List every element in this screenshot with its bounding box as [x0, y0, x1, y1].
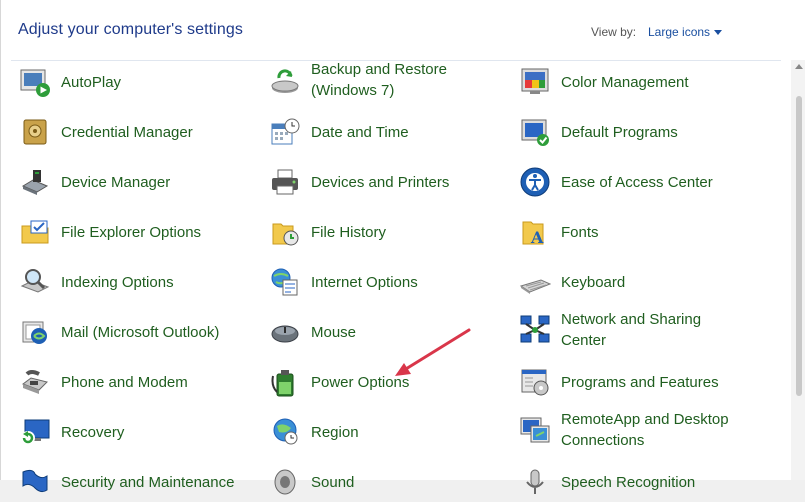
item-keyboard[interactable]: Keyboard [518, 262, 625, 302]
item-label: Programs and Features [561, 373, 719, 391]
scrollbar-thumb[interactable] [796, 96, 802, 396]
item-label: Network and Sharing Center [561, 311, 702, 349]
item-recovery[interactable]: Recovery [18, 412, 124, 452]
item-label: Security and Maintenance [61, 473, 235, 491]
item-security-maintenance[interactable]: Security and Maintenance [18, 462, 234, 502]
view-by-dropdown[interactable]: Large icons [648, 25, 710, 39]
item-label: RemoteApp and Desktop Connections [561, 411, 729, 449]
item-label: Ease of Access Center [561, 173, 713, 191]
control-panel-items: AutoPlay Backup and Restore (Windows 7) … [1, 60, 791, 495]
item-region[interactable]: Region [268, 412, 359, 452]
speaker-icon [268, 465, 302, 499]
security-flag-icon [18, 465, 52, 499]
item-label: File Explorer Options [61, 223, 202, 241]
fonts-icon: A [518, 215, 552, 249]
control-panel-window: Adjust your computer's settings View by:… [0, 0, 805, 495]
item-backup-restore[interactable]: Backup and Restore (Windows 7) [268, 60, 447, 100]
credential-manager-icon [18, 115, 52, 149]
chevron-down-icon[interactable] [714, 30, 722, 35]
indexing-icon [18, 265, 52, 299]
item-file-explorer-options[interactable]: File Explorer Options [18, 212, 201, 252]
phone-modem-icon [18, 365, 52, 399]
item-label: Device Manager [61, 173, 171, 191]
color-management-icon [518, 65, 552, 99]
item-credential-manager[interactable]: Credential Manager [18, 112, 193, 152]
item-programs-features[interactable]: Programs and Features [518, 362, 719, 402]
file-history-icon [268, 215, 302, 249]
item-label: Fonts [561, 223, 599, 241]
autoplay-icon [18, 65, 52, 99]
programs-features-icon [518, 365, 552, 399]
default-programs-icon [518, 115, 552, 149]
page-title: Adjust your computer's settings [18, 21, 243, 38]
internet-options-icon [268, 265, 302, 299]
mail-icon [18, 315, 52, 349]
header: Adjust your computer's settings View by:… [1, 0, 791, 60]
remoteapp-icon [518, 413, 552, 447]
item-device-manager[interactable]: Device Manager [18, 162, 170, 202]
item-label: Mouse [311, 323, 357, 341]
folder-options-icon [18, 215, 52, 249]
item-label: Internet Options [311, 273, 418, 291]
keyboard-icon [518, 265, 552, 299]
item-label: Keyboard [561, 273, 626, 291]
region-globe-icon [268, 415, 302, 449]
item-ease-of-access[interactable]: Ease of Access Center [518, 162, 713, 202]
vertical-scrollbar[interactable] [791, 60, 805, 480]
item-label: File History [311, 223, 387, 241]
printer-icon [268, 165, 302, 199]
item-label: Color Management [561, 73, 689, 91]
item-label: Sound [311, 473, 355, 491]
item-label: Indexing Options [61, 273, 174, 291]
item-color-management[interactable]: Color Management [518, 62, 689, 102]
item-label: Mail (Microsoft Outlook) [61, 323, 220, 341]
item-network-sharing[interactable]: Network and Sharing Center [518, 310, 701, 350]
item-label: AutoPlay [61, 73, 122, 91]
device-manager-icon [18, 165, 52, 199]
item-label: Power Options [311, 373, 410, 391]
item-fonts[interactable]: A Fonts [518, 212, 599, 252]
recovery-icon [18, 415, 52, 449]
item-phone-modem[interactable]: Phone and Modem [18, 362, 188, 402]
item-mail[interactable]: Mail (Microsoft Outlook) [18, 312, 219, 352]
backup-icon [268, 63, 302, 97]
mouse-icon [268, 315, 302, 349]
item-internet-options[interactable]: Internet Options [268, 262, 418, 302]
view-by-label: View by: [591, 25, 637, 39]
item-label: Recovery [61, 423, 125, 441]
item-default-programs[interactable]: Default Programs [518, 112, 678, 152]
power-options-icon [268, 365, 302, 399]
calendar-clock-icon [268, 115, 302, 149]
item-label: Speech Recognition [561, 473, 696, 491]
item-power-options[interactable]: Power Options [268, 362, 409, 402]
item-label: Date and Time [311, 123, 409, 141]
item-label: Phone and Modem [61, 373, 188, 391]
item-label: Region [311, 423, 359, 441]
item-sound[interactable]: Sound [268, 462, 354, 502]
item-indexing-options[interactable]: Indexing Options [18, 262, 174, 302]
item-date-time[interactable]: Date and Time [268, 112, 409, 152]
item-autoplay[interactable]: AutoPlay [18, 62, 121, 102]
scroll-up-arrow-icon[interactable] [795, 64, 803, 69]
item-label: Default Programs [561, 123, 678, 141]
network-icon [518, 313, 552, 347]
item-label: Backup and Restore (Windows 7) [311, 61, 447, 99]
microphone-icon [518, 465, 552, 499]
item-label: Credential Manager [61, 123, 193, 141]
item-devices-printers[interactable]: Devices and Printers [268, 162, 449, 202]
item-mouse[interactable]: Mouse [268, 312, 356, 352]
item-label: Devices and Printers [311, 173, 450, 191]
svg-text:A: A [530, 228, 544, 247]
item-file-history[interactable]: File History [268, 212, 386, 252]
ease-of-access-icon [518, 165, 552, 199]
item-speech-recognition[interactable]: Speech Recognition [518, 462, 695, 502]
item-remoteapp[interactable]: RemoteApp and Desktop Connections [518, 410, 729, 450]
